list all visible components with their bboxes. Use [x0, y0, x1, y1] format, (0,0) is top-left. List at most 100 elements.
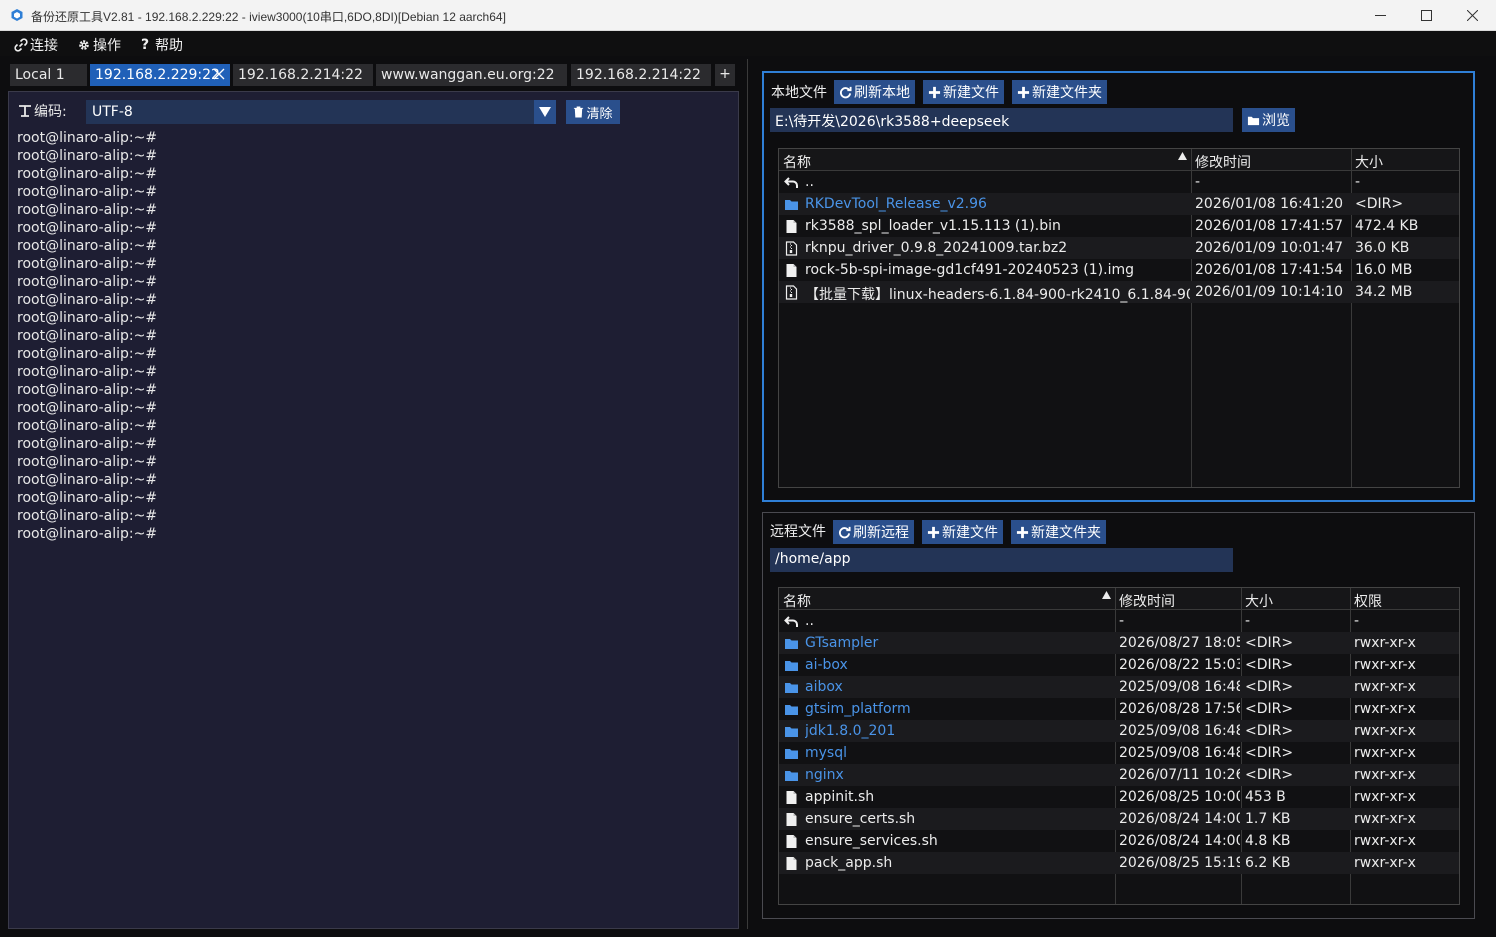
column-header-size[interactable]: 大小 — [1355, 152, 1383, 172]
refresh-remote-button[interactable]: 刷新远程 — [833, 520, 914, 544]
maximize-button[interactable] — [1403, 0, 1449, 31]
table-row[interactable]: rknpu_driver_0.9.8_20241009.tar.bz2 2026/… — [779, 237, 1459, 259]
cell-mtime: - — [1195, 174, 1201, 190]
folder-open-icon — [1247, 116, 1260, 125]
table-row[interactable]: rk3588_spl_loader_v1.15.113 (1).bin 2026/… — [779, 215, 1459, 237]
column-header-name[interactable]: 名称 — [783, 591, 811, 611]
column-header-mtime[interactable]: 修改时间 — [1119, 591, 1175, 611]
menu-operate[interactable]: 操作 — [77, 35, 121, 55]
encoding-dropdown-button[interactable] — [534, 100, 556, 124]
cell-mtime: 2026/08/22 15:03:0 — [1119, 657, 1240, 673]
close-icon — [1466, 10, 1478, 21]
remote-new-folder-button[interactable]: 新建文件夹 — [1011, 520, 1106, 544]
cell-size: <DIR> — [1245, 723, 1294, 739]
tab-label: Local 1 — [15, 67, 65, 83]
terminal-line: root@linaro-alip:~# — [17, 346, 158, 362]
table-row[interactable]: aibox 2025/09/08 16:48:2 <DIR> rwxr-xr-x — [779, 676, 1459, 698]
tab-192-168-2-214[interactable]: 192.168.2.214:22 — [233, 64, 373, 86]
table-row[interactable]: .. - - - — [779, 610, 1459, 632]
browse-button[interactable]: 浏览 — [1242, 108, 1295, 132]
table-row[interactable]: nginx 2026/07/11 10:26:5 <DIR> rwxr-xr-x — [779, 764, 1459, 786]
table-row[interactable]: 【批量下载】linux-headers-6.1.84-900-rk2410_6.… — [779, 281, 1459, 303]
table-row[interactable]: GTsampler 2026/08/27 18:05:4 <DIR> rwxr-xr-… — [779, 632, 1459, 654]
cell-perm: rwxr-xr-x — [1354, 833, 1416, 849]
folder-icon — [785, 727, 798, 737]
terminal-output[interactable]: root@linaro-alip:~# root@linaro-alip:~# ro… — [17, 129, 157, 543]
cell-size: 472.4 KB — [1355, 218, 1419, 234]
remote-path-input[interactable]: /home/app — [770, 548, 1233, 572]
terminal-line: root@linaro-alip:~# — [17, 148, 158, 164]
minimize-icon — [1374, 15, 1386, 16]
tab-wanggan[interactable]: www.wanggan.eu.org:22 — [376, 64, 567, 86]
cell-perm: rwxr-xr-x — [1354, 657, 1416, 673]
column-header-size[interactable]: 大小 — [1245, 591, 1273, 611]
close-icon[interactable] — [213, 68, 225, 80]
menu-connect[interactable]: 连接 — [14, 35, 58, 55]
terminal-line: root@linaro-alip:~# — [17, 184, 158, 200]
cell-name: ai-box — [805, 657, 848, 673]
column-header-mtime[interactable]: 修改时间 — [1195, 152, 1251, 172]
remote-files-panel: 远程文件 刷新远程 新建文件 新建文件夹 /home/app 名称 修改时间 大小 权… — [762, 512, 1475, 919]
tab-local-1[interactable]: Local 1 — [10, 64, 87, 86]
cell-size: 36.0 KB — [1355, 240, 1410, 256]
tab-192-168-2-229[interactable]: 192.168.2.229:22 — [90, 64, 230, 86]
table-row[interactable]: RKDevTool_Release_v2.96 2026/01/08 16:41:… — [779, 193, 1459, 215]
table-row[interactable]: gtsim_platform 2026/08/28 17:56:0 <DIR> rwx… — [779, 698, 1459, 720]
table-row[interactable]: pack_app.sh 2026/08/25 15:19:2 6.2 KB rwxr-… — [779, 852, 1459, 874]
plus-icon — [1016, 526, 1029, 538]
terminal-line: root@linaro-alip:~# — [17, 490, 158, 506]
menu-help[interactable]: ? 帮助 — [141, 35, 183, 55]
encoding-select[interactable]: UTF-8 — [86, 100, 556, 124]
minimize-button[interactable] — [1357, 0, 1403, 31]
cell-perm: rwxr-xr-x — [1354, 745, 1416, 761]
cell-name: jdk1.8.0_201 — [805, 723, 896, 739]
terminal-line: root@linaro-alip:~# — [17, 166, 158, 182]
tab-label: 192.168.2.229:22 — [95, 67, 220, 83]
new-file-button[interactable]: 新建文件 — [923, 80, 1004, 104]
local-files-panel: 本地文件 刷新本地 新建文件 新建文件夹 E:\待开发\2026\rk3588+… — [762, 71, 1475, 502]
table-row[interactable]: mysql 2025/09/08 16:48:2 <DIR> rwxr-xr-x — [779, 742, 1459, 764]
add-tab-button[interactable]: + — [715, 64, 735, 86]
remote-new-file-button[interactable]: 新建文件 — [922, 520, 1003, 544]
cell-name: RKDevTool_Release_v2.96 — [805, 196, 987, 212]
table-row[interactable]: ai-box 2026/08/22 15:03:0 <DIR> rwxr-xr-x — [779, 654, 1459, 676]
refresh-local-button[interactable]: 刷新本地 — [834, 80, 915, 104]
cell-name: GTsampler — [805, 635, 879, 651]
terminal-line: root@linaro-alip:~# — [17, 274, 158, 290]
folder-icon — [785, 771, 798, 781]
back-icon — [784, 616, 798, 627]
cell-mtime: 2026/08/28 17:56:0 — [1119, 701, 1240, 717]
tool-icon — [19, 105, 31, 117]
tab-label: 192.168.2.214:22 — [238, 67, 363, 83]
file-icon — [786, 791, 797, 804]
local-path-input[interactable]: E:\待开发\2026\rk3588+deepseek — [770, 108, 1233, 132]
menu-bar: 连接 操作 ? 帮助 — [0, 31, 1496, 56]
terminal-panel[interactable]: 编码: UTF-8 清除 root@linaro-alip:~# root@lin… — [8, 91, 739, 929]
new-folder-button[interactable]: 新建文件夹 — [1012, 80, 1107, 104]
tab-192-168-2-214-b[interactable]: 192.168.2.214:22 — [571, 64, 711, 86]
cell-perm: rwxr-xr-x — [1354, 811, 1416, 827]
table-row[interactable]: ensure_certs.sh 2026/08/24 14:00:4 1.7 KB r… — [779, 808, 1459, 830]
column-header-perm[interactable]: 权限 — [1354, 591, 1382, 611]
column-header-name[interactable]: 名称 — [783, 152, 811, 172]
clear-button[interactable]: 清除 — [566, 100, 620, 124]
close-window-button[interactable] — [1449, 0, 1495, 31]
table-row[interactable]: rock-5b-spi-image-gd1cf491-20240523 (1).… — [779, 259, 1459, 281]
cell-mtime: 2026/08/24 14:00:4 — [1119, 811, 1240, 827]
table-row[interactable]: ensure_services.sh 2026/08/24 14:00:4 4.8 … — [779, 830, 1459, 852]
panel-divider[interactable] — [747, 59, 748, 929]
cell-name: rock-5b-spi-image-gd1cf491-20240523 (1).… — [805, 262, 1134, 278]
table-row[interactable]: appinit.sh 2026/08/25 10:00:5 453 B rwxr-xr… — [779, 786, 1459, 808]
cell-size: 6.2 KB — [1245, 855, 1291, 871]
file-icon — [786, 835, 797, 848]
refresh-local-label: 刷新本地 — [854, 85, 910, 101]
add-tab-label: + — [719, 66, 731, 82]
remote-file-table[interactable]: 名称 修改时间 大小 权限.. - - - GTsampler 2026/08/27 18:05… — [778, 587, 1460, 905]
table-row[interactable]: .. - - — [779, 171, 1459, 193]
menu-operate-label: 操作 — [93, 38, 121, 54]
table-row[interactable]: jdk1.8.0_201 2025/09/08 16:48:2 <DIR> rwxr-… — [779, 720, 1459, 742]
local-file-table[interactable]: 名称 修改时间 大小.. - - RKDevTool_Release_v2.96 2026/… — [778, 148, 1460, 488]
table-header: 名称 修改时间 大小 权限 — [779, 588, 1459, 610]
folder-icon — [785, 639, 798, 649]
terminal-line: root@linaro-alip:~# — [17, 256, 158, 272]
